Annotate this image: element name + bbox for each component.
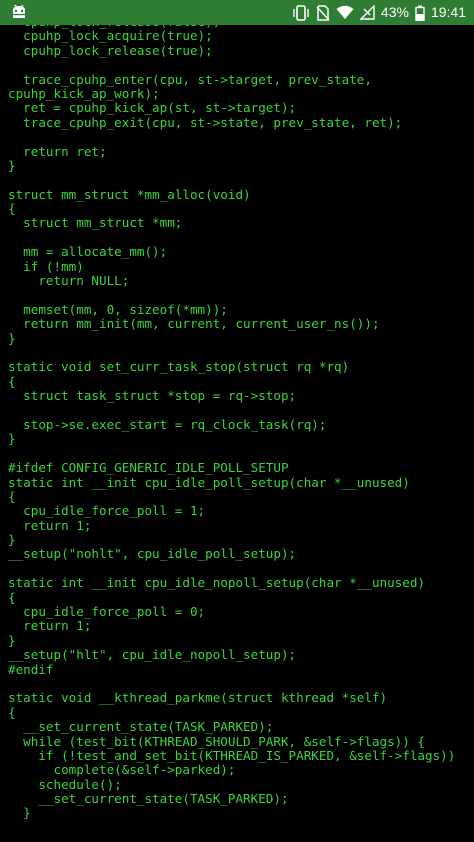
code-line: { xyxy=(8,589,16,605)
code-line: static int __init cpu_idle_nopoll_setup(… xyxy=(8,575,426,591)
code-line: schedule(); xyxy=(8,776,122,792)
code-line: cpuhp_kick_ap_work); xyxy=(8,85,160,101)
status-bar: 43% 19:41 xyxy=(0,0,474,25)
vibrate-icon xyxy=(292,4,310,21)
wifi-icon xyxy=(336,5,354,20)
android-debug-icon xyxy=(10,4,28,21)
code-line: return mm_init(mm, current, current_user… xyxy=(8,316,380,332)
code-line: } xyxy=(8,431,16,447)
code-line: } xyxy=(8,157,16,173)
code-line: cpuhp_lock_release(true); xyxy=(8,42,213,58)
code-line: complete(&self->parked); xyxy=(8,762,236,778)
code-line: ret = cpuhp_kick_ap(st, st->target); xyxy=(8,100,297,116)
code-line: __set_current_state(TASK_PARKED); xyxy=(8,791,289,807)
code-line: static int __init cpu_idle_poll_setup(ch… xyxy=(8,474,410,490)
battery-percent: 43% xyxy=(380,4,409,20)
code-line: mm = allocate_mm(); xyxy=(8,244,168,260)
code-line: struct mm_struct *mm_alloc(void) xyxy=(8,186,251,202)
code-line: return 1; xyxy=(8,618,92,634)
code-line: if (!mm) xyxy=(8,258,84,274)
code-line: __set_current_state(TASK_PARKED); xyxy=(8,719,274,735)
code-line: static void set_curr_task_stop(struct rq… xyxy=(8,359,350,375)
code-line: } xyxy=(8,632,16,648)
code-line: if (!test_and_set_bit(KTHREAD_IS_PARKED,… xyxy=(8,747,456,763)
code-line: memset(mm, 0, sizeof(*mm)); xyxy=(8,301,228,317)
clock: 19:41 xyxy=(430,4,466,20)
code-line: static void __kthread_parkme(struct kthr… xyxy=(8,690,388,706)
code-line: } xyxy=(8,805,31,821)
code-line: return ret; xyxy=(8,143,107,159)
code-line: #endif xyxy=(8,661,54,677)
code-line: } xyxy=(8,330,16,346)
battery-icon xyxy=(415,5,425,21)
code-line: } xyxy=(8,532,16,548)
signal-icon xyxy=(359,5,375,20)
code-line: __setup("hlt", cpu_idle_nopoll_setup); xyxy=(8,647,297,663)
code-line: cpu_idle_force_poll = 0; xyxy=(8,604,206,620)
code-line: { xyxy=(8,373,16,389)
code-line: { xyxy=(8,488,16,504)
code-line: struct mm_struct *mm; xyxy=(8,215,183,231)
code-text: cpuhp_lock_release(false); cpuhp_lock_ac… xyxy=(8,25,455,821)
code-line: cpu_idle_force_poll = 1; xyxy=(8,503,206,519)
code-line: struct task_struct *stop = rq->stop; xyxy=(8,388,297,404)
code-line: trace_cpuhp_exit(cpu, st->state, prev_st… xyxy=(8,114,403,130)
code-line: { xyxy=(8,704,16,720)
code-line: return NULL; xyxy=(8,273,130,289)
code-line: stop->se.exec_start = rq_clock_task(rq); xyxy=(8,416,327,432)
code-line: { xyxy=(8,201,16,217)
code-line: #ifdef CONFIG_GENERIC_IDLE_POLL_SETUP xyxy=(8,460,289,476)
code-line: __setup("nohlt", cpu_idle_poll_setup); xyxy=(8,546,297,562)
code-line: cpuhp_lock_acquire(true); xyxy=(8,28,213,44)
code-line: return 1; xyxy=(8,517,92,533)
terminal-view[interactable]: cpuhp_lock_release(false); cpuhp_lock_ac… xyxy=(0,25,474,842)
code-line: trace_cpuhp_enter(cpu, st->target, prev_… xyxy=(8,71,372,87)
no-sim-icon xyxy=(316,4,330,21)
status-icons: 43% 19:41 xyxy=(292,0,466,25)
code-line: while (test_bit(KTHREAD_SHOULD_PARK, &se… xyxy=(8,733,426,749)
